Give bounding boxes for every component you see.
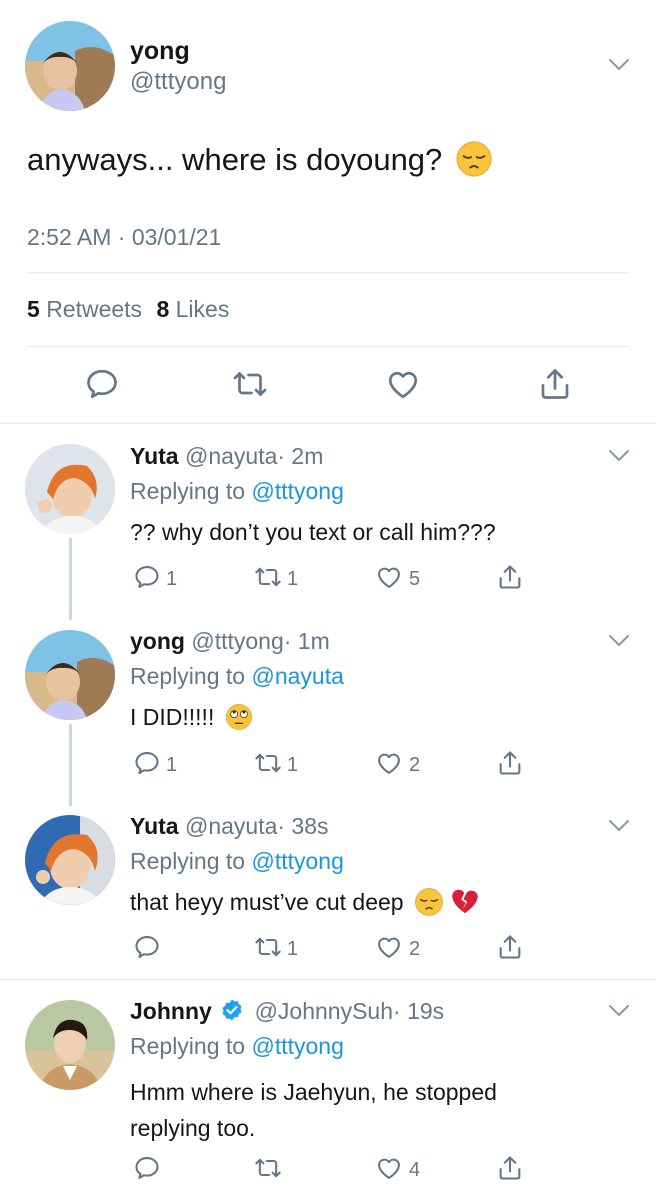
retweet-icon[interactable]	[254, 749, 282, 782]
share-icon[interactable]	[496, 933, 524, 966]
reply-count: 1	[166, 754, 178, 776]
reply-header: Yuta @nayuta· 2m	[130, 443, 323, 470]
reply-header: Johnny @JohnnySuh· 19s	[130, 998, 444, 1025]
reply-icon[interactable]	[133, 749, 161, 782]
retweet-count: 1	[287, 754, 299, 776]
reply-time: · 2m	[277, 443, 324, 469]
divider	[27, 272, 629, 273]
share-icon[interactable]	[496, 563, 524, 596]
chevron-down-icon[interactable]	[608, 634, 630, 648]
reply-time: · 1m	[283, 628, 330, 654]
user-handle[interactable]: @tttyong	[130, 68, 226, 96]
like-icon[interactable]	[375, 563, 403, 596]
reply-text: I DID!!!!!	[130, 704, 253, 731]
chevron-down-icon[interactable]	[608, 58, 630, 72]
reply-icon[interactable]	[84, 366, 120, 407]
replying-to: Replying to @tttyong	[130, 848, 344, 875]
thread-line	[69, 538, 72, 620]
reply-count: 1	[166, 568, 178, 590]
retweet-count: 1	[287, 568, 299, 590]
replying-to: Replying to @tttyong	[130, 1033, 344, 1060]
replying-label: Replying to	[130, 663, 246, 689]
reply-text: Hmm where is Jaehyun, he stopped replyin…	[130, 1074, 497, 1146]
like-count: 4	[409, 1159, 421, 1181]
reply-text: ?? why don’t you text or call him???	[130, 519, 496, 545]
divider	[0, 979, 656, 980]
tweet-text-content: anyways... where is doyoung?	[27, 142, 443, 177]
retweets-count: 5	[27, 296, 40, 322]
reply-icon[interactable]	[133, 933, 161, 966]
like-icon[interactable]	[375, 749, 403, 782]
retweet-count: 1	[287, 938, 299, 960]
mention-link[interactable]: @tttyong	[251, 1033, 343, 1059]
user-handle[interactable]: @nayuta	[185, 813, 277, 839]
reply-time: · 38s	[277, 813, 329, 839]
display-name[interactable]: yong	[130, 628, 185, 654]
reply-header: Yuta @nayuta· 38s	[130, 813, 329, 840]
eye-roll-emoji	[225, 703, 253, 731]
thread-line	[69, 724, 72, 806]
broken-heart-emoji	[450, 887, 480, 917]
mention-link[interactable]: @tttyong	[251, 848, 343, 874]
likes-stat[interactable]: 8 Likes	[156, 296, 229, 322]
reply-text-line: replying too.	[130, 1115, 256, 1141]
reply-time: · 19s	[393, 998, 445, 1024]
display-name[interactable]: Yuta	[130, 443, 179, 469]
display-name[interactable]: Johnny	[130, 998, 212, 1024]
retweet-icon[interactable]	[254, 1154, 282, 1187]
like-icon[interactable]	[375, 1154, 403, 1187]
like-count: 5	[409, 568, 421, 590]
avatar[interactable]	[25, 815, 115, 905]
user-handle[interactable]: @JohnnySuh	[255, 998, 393, 1024]
display-name[interactable]: yong	[130, 37, 190, 66]
user-handle[interactable]: @nayuta	[185, 443, 277, 469]
replying-to: Replying to @nayuta	[130, 663, 344, 690]
pensive-emoji	[414, 887, 444, 917]
mention-link[interactable]: @tttyong	[251, 478, 343, 504]
like-count: 2	[409, 938, 421, 960]
divider	[0, 423, 656, 424]
reply-icon[interactable]	[133, 1154, 161, 1187]
mention-link[interactable]: @nayuta	[251, 663, 343, 689]
replying-to: Replying to @tttyong	[130, 478, 344, 505]
like-count: 2	[409, 754, 421, 776]
like-icon[interactable]	[375, 933, 403, 966]
likes-label: Likes	[175, 296, 230, 322]
reply-icon[interactable]	[133, 563, 161, 596]
avatar[interactable]	[25, 1000, 115, 1090]
engagement-stats: 5 Retweets 8 Likes	[27, 296, 229, 323]
avatar[interactable]	[25, 630, 115, 720]
avatar[interactable]	[25, 444, 115, 534]
tweet-timestamp: 2:52 AM · 03/01/21	[27, 224, 222, 250]
like-icon[interactable]	[385, 366, 421, 407]
chevron-down-icon[interactable]	[608, 1004, 630, 1018]
reply-header: yong @tttyong· 1m	[130, 628, 330, 655]
divider	[27, 346, 629, 347]
reply-text-content: I DID!!!!!	[130, 704, 215, 730]
replying-label: Replying to	[130, 1033, 246, 1059]
share-icon[interactable]	[496, 1154, 524, 1187]
avatar[interactable]	[25, 21, 115, 111]
retweet-icon[interactable]	[254, 563, 282, 596]
replying-label: Replying to	[130, 848, 246, 874]
tweet-text: anyways... where is doyoung?	[27, 142, 493, 178]
replying-label: Replying to	[130, 478, 246, 504]
chevron-down-icon[interactable]	[608, 819, 630, 833]
reply-text-content: that heyy must’ve cut deep	[130, 889, 404, 915]
reply-text-line: Hmm where is Jaehyun, he stopped	[130, 1079, 497, 1105]
user-handle[interactable]: @tttyong	[191, 628, 283, 654]
chevron-down-icon[interactable]	[608, 449, 630, 463]
display-name[interactable]: Yuta	[130, 813, 179, 839]
retweet-icon[interactable]	[254, 933, 282, 966]
retweets-label: Retweets	[46, 296, 143, 322]
verified-badge-icon	[220, 998, 244, 1022]
share-icon[interactable]	[537, 366, 573, 407]
reply-text: that heyy must’ve cut deep	[130, 889, 480, 917]
retweets-stat[interactable]: 5 Retweets	[27, 296, 148, 322]
share-icon[interactable]	[496, 749, 524, 782]
retweet-icon[interactable]	[232, 366, 268, 407]
likes-count: 8	[156, 296, 170, 322]
pensive-emoji	[455, 140, 493, 178]
